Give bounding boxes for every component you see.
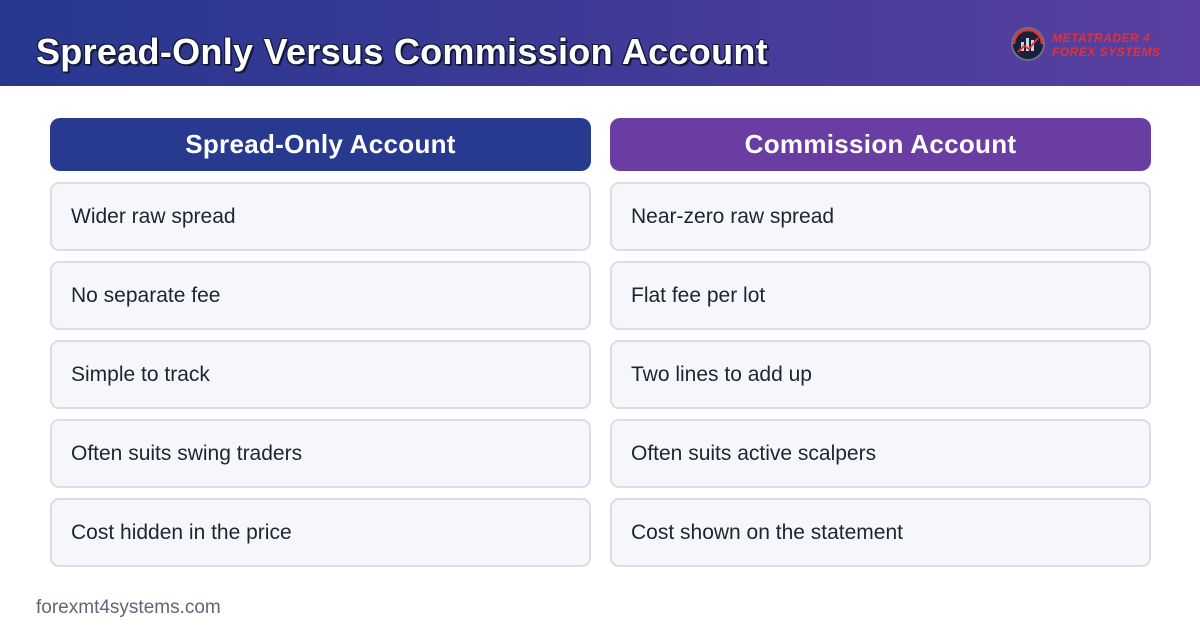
list-item: Cost hidden in the price [50, 498, 591, 567]
brand-logo: MetaTrader 4 Forex Systems [1010, 24, 1180, 64]
list-item: Two lines to add up [610, 340, 1151, 409]
page-title: Spread-Only Versus Commission Account [36, 31, 768, 72]
column-header-spread-only: Spread-Only Account [50, 118, 591, 171]
list-item: Near-zero raw spread [610, 182, 1151, 251]
list-item: No separate fee [50, 261, 591, 330]
column-header-commission: Commission Account [610, 118, 1151, 171]
list-item: Flat fee per lot [610, 261, 1151, 330]
logo-text-line1: MetaTrader 4 [1052, 31, 1151, 45]
header-banner: Spread-Only Versus Commission Account Me… [0, 0, 1200, 86]
list-item: Often suits active scalpers [610, 419, 1151, 488]
list-item: Simple to track [50, 340, 591, 409]
list-item: Often suits swing traders [50, 419, 591, 488]
logo-text-line2: Forex Systems [1052, 45, 1161, 59]
list-item: Wider raw spread [50, 182, 591, 251]
list-item: Cost shown on the statement [610, 498, 1151, 567]
footer-site-url: forexmt4systems.com [36, 597, 221, 618]
globe-chart-icon [1011, 27, 1045, 61]
